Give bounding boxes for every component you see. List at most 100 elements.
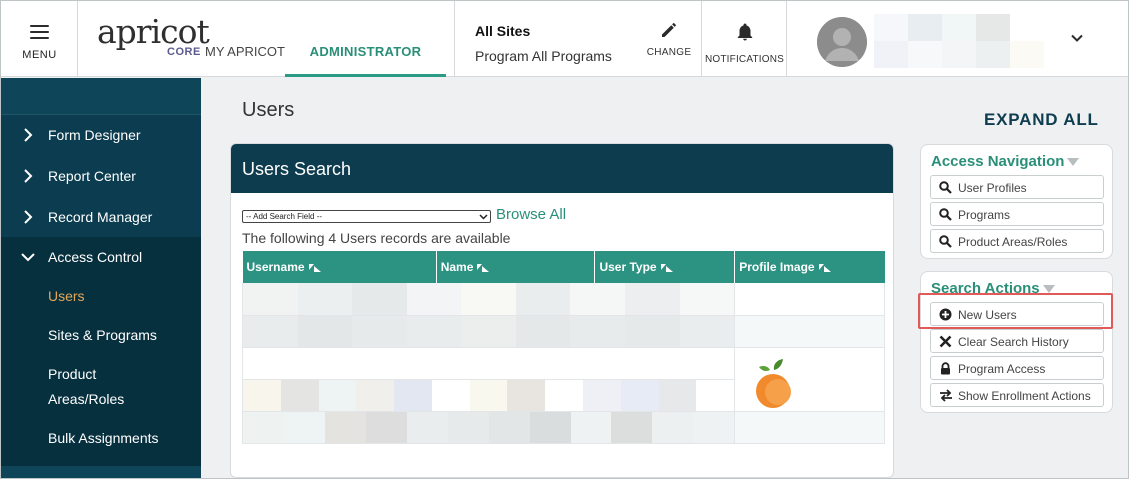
collapse-triangle-icon: [1067, 158, 1080, 167]
search-icon: [939, 208, 952, 221]
redacted-cell: [241, 379, 736, 412]
profile-image-cell: [734, 283, 885, 316]
redacted-cell: [241, 347, 736, 380]
column-header-label: User Type: [599, 260, 657, 274]
tab-administrator[interactable]: ADMINISTRATOR: [285, 1, 446, 77]
profile-image-cell: [734, 411, 885, 444]
collapse-triangle-icon: [1042, 285, 1055, 294]
user-menu-chevron-icon[interactable]: [1069, 30, 1085, 46]
tab-administrator-label: ADMINISTRATOR: [309, 44, 422, 59]
sidebar-item-label: Record Manager: [48, 209, 153, 225]
column-header-user-type[interactable]: User Type: [594, 251, 736, 283]
profile-image-cell: [734, 315, 885, 348]
users-search-title: Users Search: [242, 159, 352, 179]
program-label: Program All Programs: [475, 48, 612, 64]
sidebar-subitem-sites-programs[interactable]: Sites & Programs: [48, 323, 157, 348]
table-row[interactable]: [241, 315, 885, 348]
program-access-button[interactable]: Program Access: [930, 356, 1104, 380]
records-count-message: The following 4 Users records are availa…: [242, 230, 511, 246]
sidebar-subitem-bulk-assignments[interactable]: Bulk Assignments: [48, 426, 159, 451]
sidebar-item-label: Form Designer: [48, 127, 141, 143]
chevron-down-icon: [21, 253, 35, 262]
bell-icon: [737, 23, 753, 41]
sidebar-subitem-product[interactable]: Product: [48, 362, 96, 387]
button-label: User Profiles: [958, 181, 1027, 195]
column-header-label: Name: [440, 260, 474, 274]
chevron-right-icon: [24, 128, 33, 142]
menu-label: MENU: [22, 49, 57, 61]
column-header-label: Profile Image: [739, 260, 815, 274]
column-header-profile-image[interactable]: Profile Image: [734, 251, 885, 283]
programs-button[interactable]: Programs: [930, 202, 1104, 226]
select-chevron-icon: [479, 214, 488, 220]
swap-arrows-icon: [940, 389, 952, 402]
redacted-cell: [241, 283, 736, 316]
users-search-panel: Users Search -- Add Search Field -- Brow…: [230, 143, 894, 478]
sidebar-bottom: [1, 466, 201, 478]
sidebar-item-label: Report Center: [48, 168, 136, 184]
avatar-silhouette-icon: [817, 17, 867, 67]
sort-icon: [818, 263, 831, 272]
sort-icon: [477, 263, 490, 272]
expand-all-button[interactable]: EXPAND ALL: [984, 110, 1099, 130]
column-header-name[interactable]: Name: [436, 251, 596, 283]
sidebar-item-record-manager[interactable]: Record Manager: [1, 197, 201, 237]
add-search-field-select[interactable]: -- Add Search Field --: [242, 210, 491, 223]
pencil-icon: [662, 23, 676, 37]
site-program-selector: All Sites Program All Programs CHANGE: [454, 1, 702, 77]
close-icon: [939, 335, 952, 348]
table-row[interactable]: [241, 283, 885, 316]
sidebar-item-form-designer[interactable]: Form Designer: [1, 115, 201, 155]
sidebar-access-control-section: Access Control Users Sites & Programs Pr…: [1, 237, 201, 466]
product-areas-roles-button[interactable]: Product Areas/Roles: [930, 229, 1104, 253]
sidebar: Form Designer Report Center Record Manag…: [1, 78, 201, 478]
user-name-redacted: [874, 14, 1044, 68]
menu-button[interactable]: MENU: [1, 1, 78, 77]
lock-icon: [941, 362, 950, 375]
change-button[interactable]: CHANGE: [645, 21, 693, 58]
button-label: Show Enrollment Actions: [958, 389, 1091, 403]
button-label: Product Areas/Roles: [958, 235, 1068, 249]
logo-core-label: CORE: [167, 46, 201, 58]
new-users-highlight-annotation: [918, 293, 1113, 329]
apricot-profile-image: [756, 358, 792, 408]
redacted-cell: [241, 411, 736, 444]
users-search-header: Users Search: [231, 144, 893, 193]
sidebar-top: [1, 78, 201, 115]
apricot-logo[interactable]: apricot: [97, 15, 210, 49]
browse-all-link[interactable]: Browse All: [496, 206, 566, 223]
change-label: CHANGE: [646, 47, 692, 58]
clear-search-history-button[interactable]: Clear Search History: [930, 329, 1104, 353]
notifications-button[interactable]: NOTIFICATIONS: [702, 1, 787, 77]
sidebar-item-report-center[interactable]: Report Center: [1, 156, 201, 196]
user-profiles-button[interactable]: User Profiles: [930, 175, 1104, 199]
top-header: MENU apricot CORE MY APRICOT ADMINISTRAT…: [1, 1, 1128, 77]
profile-image-cell: [734, 347, 885, 412]
sidebar-subitem-users[interactable]: Users: [48, 284, 85, 309]
access-navigation-box: Access Navigation User Profiles Programs…: [920, 144, 1113, 259]
hamburger-icon: [30, 25, 49, 39]
table-row[interactable]: [241, 411, 885, 444]
users-table: Username Name User Type Profile Image: [241, 251, 885, 444]
add-search-field-value: -- Add Search Field --: [246, 212, 323, 221]
sort-icon: [660, 263, 673, 272]
search-icon: [939, 181, 952, 194]
my-apricot-link[interactable]: MY APRICOT: [205, 44, 285, 59]
redacted-cell: [241, 315, 736, 348]
table-row[interactable]: [241, 347, 885, 412]
app-window: MENU apricot CORE MY APRICOT ADMINISTRAT…: [0, 0, 1129, 479]
sort-icon: [308, 263, 321, 272]
button-label: Program Access: [958, 362, 1046, 376]
chevron-right-icon: [24, 210, 33, 224]
show-enrollment-actions-button[interactable]: Show Enrollment Actions: [930, 383, 1104, 407]
sidebar-item-label: Access Control: [48, 249, 143, 265]
sidebar-item-access-control[interactable]: Access Control: [1, 237, 201, 277]
search-icon: [939, 235, 952, 248]
access-navigation-title-label: Access Navigation: [931, 153, 1065, 170]
chevron-right-icon: [24, 169, 33, 183]
sidebar-subitem-areas-roles[interactable]: Areas/Roles: [48, 387, 124, 412]
access-navigation-title[interactable]: Access Navigation: [931, 153, 1080, 170]
button-label: Clear Search History: [958, 335, 1069, 349]
column-header-username[interactable]: Username: [242, 251, 437, 283]
user-avatar[interactable]: [817, 17, 867, 67]
